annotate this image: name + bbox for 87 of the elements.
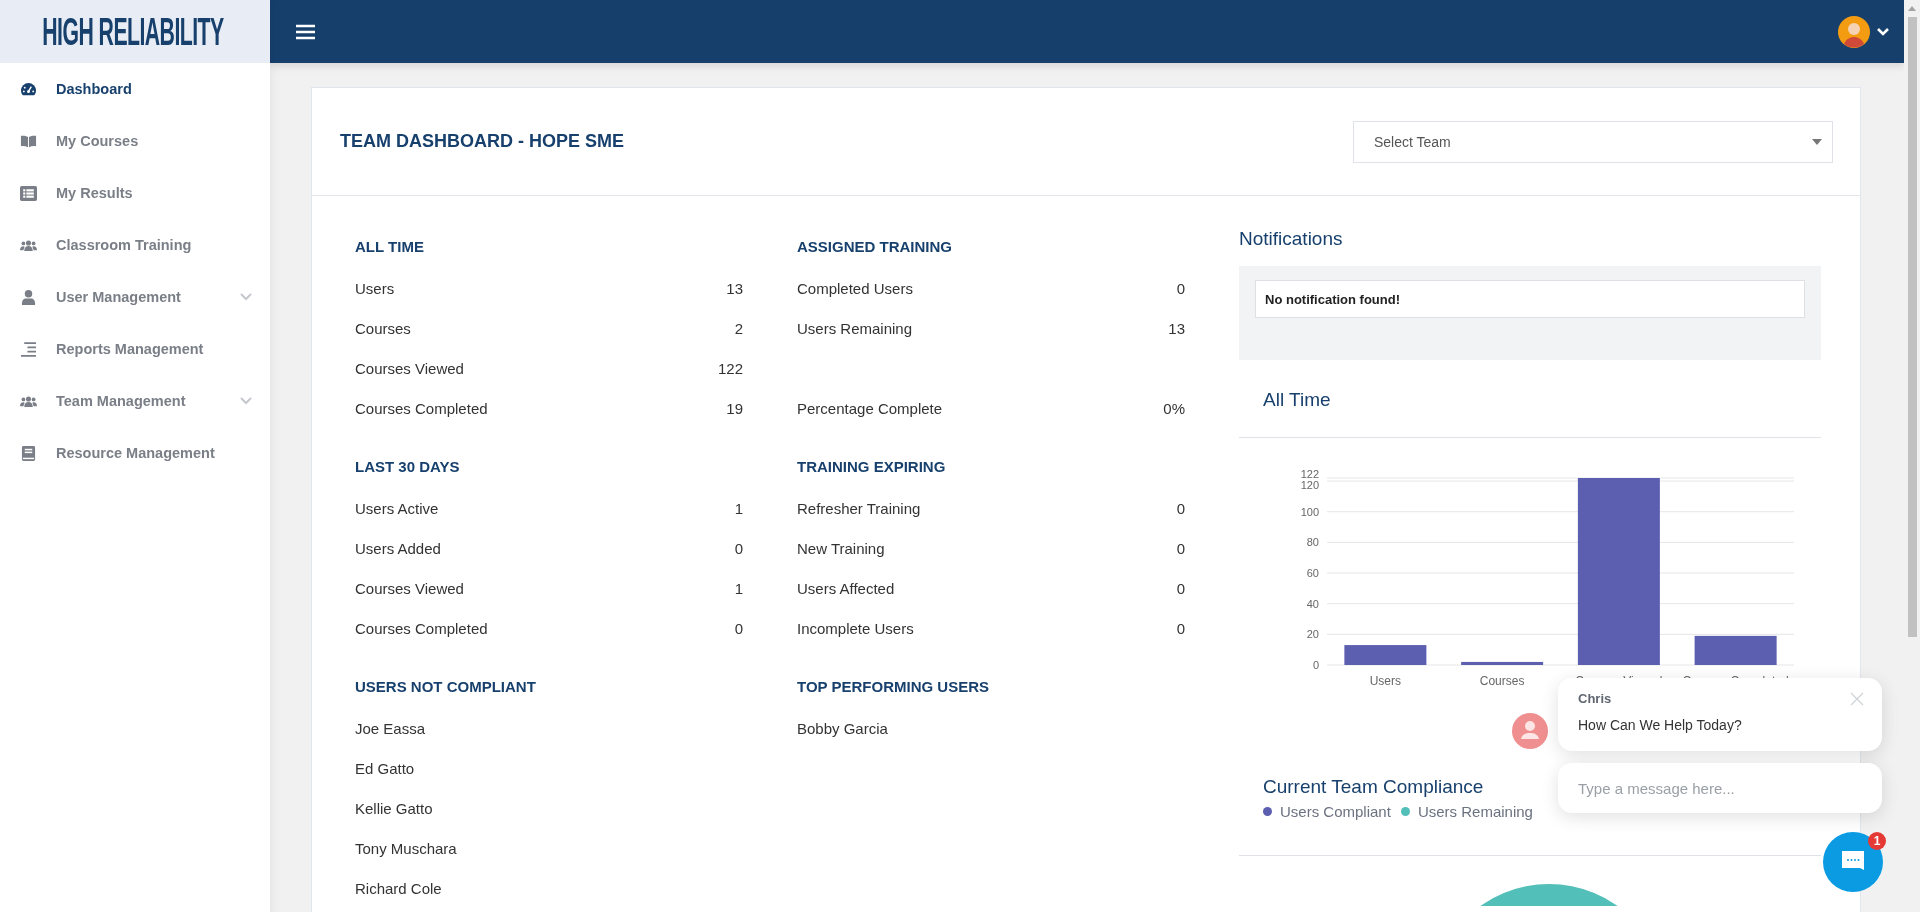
stat-value: 1 [734, 579, 743, 597]
stat-label: Users [355, 279, 395, 297]
section-heading: LAST 30 DAYS [355, 457, 461, 477]
stat-value: 0% [1163, 399, 1185, 417]
axis-tick-label: 100 [1300, 505, 1319, 518]
sidebar-item[interactable]: Resource Management [0, 427, 270, 479]
stat-value: 13 [726, 279, 743, 297]
stat-value: 1 [734, 499, 743, 517]
stat-value: 0 [1176, 539, 1185, 557]
section-heading: ASSIGNED TRAINING [797, 237, 953, 257]
section-heading: ALL TIME [355, 237, 425, 257]
stat-label: Incomplete Users [797, 619, 914, 637]
stat-label: Users Remaining [797, 319, 913, 337]
users-icon [20, 393, 37, 409]
sidebar-item[interactable]: My Courses [0, 115, 270, 167]
stat-value: 122 [717, 359, 743, 377]
stat-value: 0 [1176, 279, 1185, 297]
sidebar-item[interactable]: Classroom Training [0, 219, 270, 271]
sidebar-item[interactable]: My Results [0, 167, 270, 219]
agent-avatar-icon [1512, 713, 1548, 749]
message-input-field[interactable]: Type a message here... [1558, 763, 1882, 813]
page-title: TEAM DASHBOARD - HOPE SME [340, 131, 625, 152]
axis-tick-label: 122 [1300, 468, 1319, 480]
agent-name: Chris [1578, 690, 1612, 708]
stat-label: Bobby Garcia [797, 719, 888, 737]
stat-label: Courses Completed [355, 619, 488, 637]
chevron-down-icon[interactable] [1876, 26, 1890, 37]
axis-category-label: Courses [1479, 674, 1525, 688]
gauge-icon [20, 81, 37, 97]
stat-label: Users Active [355, 499, 439, 517]
stat-value: 2 [734, 319, 743, 337]
stat-label: Courses Viewed [355, 579, 464, 597]
avatar-icon[interactable] [1838, 15, 1870, 48]
user-icon [20, 289, 37, 305]
stat-label: Courses Completed [355, 399, 488, 417]
axis-tick-label: 0 [1312, 659, 1319, 671]
stat-label: Refresher Training [797, 499, 921, 517]
axis-tick-label: 120 [1300, 479, 1319, 492]
notifications-title: Notifications [1239, 227, 1344, 251]
chart-title: All Time [1262, 388, 1332, 412]
axis-tick-label: 40 [1306, 597, 1319, 610]
caret-icon [1812, 138, 1822, 145]
stat-label: Joe Eassa [355, 719, 426, 737]
notification-message: No notification found! [1255, 280, 1805, 318]
stat-label: Richard Cole [355, 879, 442, 897]
stat-value: 0 [1176, 499, 1185, 517]
stat-value: 0 [1176, 579, 1185, 597]
axis-category-label: Users [1369, 674, 1402, 688]
stat-label: Courses Viewed [355, 359, 464, 377]
axis-tick-label: 80 [1306, 536, 1319, 549]
section-heading: USERS NOT COMPLIANT [355, 677, 537, 697]
stat-label: Users Affected [797, 579, 895, 597]
sidebar-item[interactable]: Reports Management [0, 323, 270, 375]
stat-value: 19 [726, 399, 743, 417]
stat-label: Percentage Complete [797, 399, 943, 417]
section-heading: TOP PERFORMING USERS [797, 677, 990, 697]
legend-label: Users Compliant [1280, 803, 1391, 820]
notification-badge: 1 [1868, 832, 1886, 850]
stat-label: Tony Muschara [355, 839, 457, 857]
sidebar-item[interactable]: Dashboard [0, 63, 270, 115]
legend-label: Users Remaining [1417, 803, 1533, 820]
axis-tick-label: 20 [1306, 628, 1319, 641]
stat-label: Completed Users [797, 279, 913, 297]
stat-value: 0 [1176, 619, 1185, 637]
scroll-up-icon[interactable] [1908, 6, 1916, 11]
chat-message: How Can We Help Today? [1578, 716, 1743, 734]
scrollbar-thumb[interactable] [1907, 17, 1917, 637]
sidebar-item[interactable]: User Management [0, 271, 270, 323]
stat-label: Ed Gatto [355, 759, 415, 777]
stat-value: 0 [734, 539, 743, 557]
sidebar-item[interactable]: Team Management [0, 375, 270, 427]
team-select[interactable]: Select Team [1353, 120, 1833, 163]
stat-label: Kellie Gatto [355, 799, 433, 817]
menu-icon[interactable] [296, 23, 315, 40]
lines-icon [20, 341, 37, 357]
stat-value: 13 [1168, 319, 1185, 337]
stat-value: 0 [734, 619, 743, 637]
stat-label: Courses [355, 319, 411, 337]
notebook-icon [20, 445, 37, 461]
stat-label: New Training [797, 539, 885, 557]
book-icon [20, 133, 37, 149]
section-heading: TRAINING EXPIRING [797, 457, 947, 477]
list-icon [20, 185, 37, 201]
chart-title: Current Team Compliance [1263, 775, 1484, 799]
axis-tick-label: 60 [1306, 567, 1319, 580]
stat-label: Users Added [355, 539, 441, 557]
users-icon [20, 237, 37, 253]
